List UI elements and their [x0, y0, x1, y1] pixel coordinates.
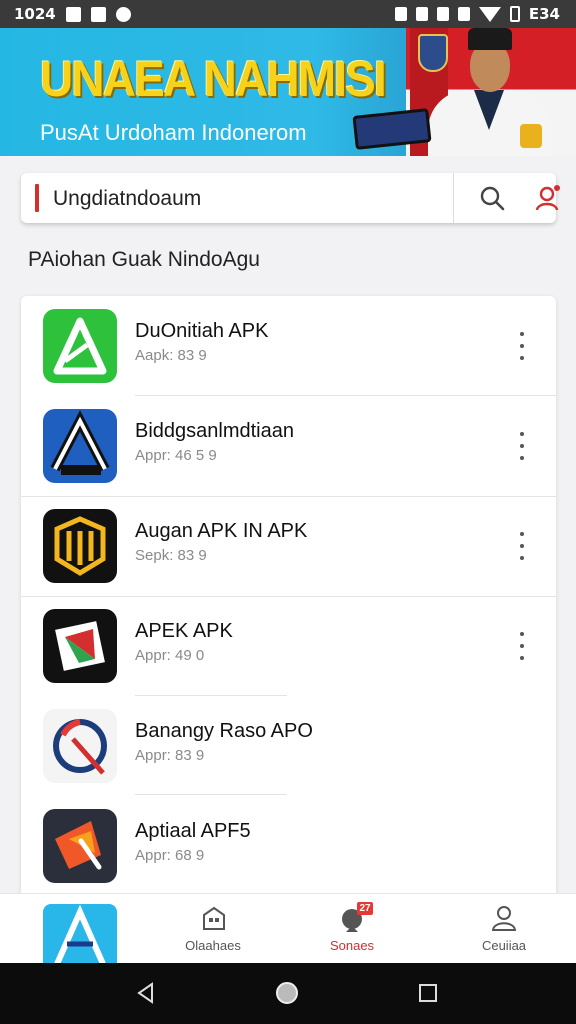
- person-cap: [468, 28, 512, 50]
- app-icon: [43, 709, 117, 783]
- list-item[interactable]: Banangy Raso APO Appr: 83 9: [21, 696, 556, 796]
- mail-icon: [90, 6, 106, 22]
- app-size: Appr: 83 9: [135, 747, 205, 764]
- battery-icon: [509, 6, 520, 22]
- list-item[interactable]: Biddgsanlmdtiaan Appr: 46 5 9: [21, 396, 556, 496]
- app-size: Appr: 68 9: [135, 847, 205, 864]
- mute-icon: [415, 7, 428, 21]
- store-icon: [203, 906, 225, 930]
- app-size: Appr: 46 5 9: [135, 447, 217, 464]
- banner-title: UNAEA NAHMISI: [40, 51, 387, 107]
- divider: [135, 794, 287, 795]
- wifi-icon: [478, 6, 501, 22]
- app-name: APEK APK: [135, 620, 233, 642]
- more-options-icon[interactable]: [509, 532, 535, 560]
- search-input[interactable]: [51, 173, 445, 225]
- list-item[interactable]: Aptiaal APF5 Appr: 68 9: [21, 796, 556, 896]
- search-bar: [21, 173, 560, 225]
- search-divider: [453, 173, 454, 223]
- nav-profile[interactable]: Ceuiiaa: [444, 894, 564, 964]
- app-icon: [43, 309, 117, 383]
- more-options-icon[interactable]: [509, 632, 535, 660]
- bottom-navigation: Olaahaes Sonaes Ceuiiaa: [0, 893, 576, 964]
- nav-label: Olaahaes: [185, 938, 241, 953]
- app-name: Augan APK IN APK: [135, 520, 308, 542]
- app-list: DuOnitiah APK Aapk: 83 9 Biddgsanlmdtiaa…: [21, 296, 556, 906]
- nav-label: Sonaes: [329, 938, 375, 953]
- app-notification-icon: [115, 6, 131, 22]
- system-navigation-bar: [0, 963, 576, 1024]
- banner-subtitle: PusAt Urdoham Indonerom: [40, 120, 307, 145]
- app-icon: [43, 609, 117, 683]
- list-item[interactable]: APEK APK Appr: 49 0: [21, 596, 556, 696]
- notification-icon: [65, 6, 81, 22]
- app-logo-icon: [43, 904, 117, 964]
- nav-home[interactable]: [0, 894, 160, 964]
- emblem-icon: [418, 34, 448, 72]
- app-size: Aapk: 83 9: [135, 347, 207, 364]
- app-name: Banangy Raso APO: [135, 720, 313, 742]
- more-options-icon[interactable]: [509, 332, 535, 360]
- app-name: Biddgsanlmdtiaan: [135, 420, 294, 442]
- app-name: DuOnitiah APK: [135, 320, 269, 342]
- app-size: Appr: 49 0: [135, 647, 205, 664]
- more-options-icon[interactable]: [509, 432, 535, 460]
- user-profile-icon[interactable]: [534, 184, 562, 212]
- app-icon: [43, 509, 117, 583]
- list-item[interactable]: Augan APK IN APK Sepk: 83 9: [21, 496, 556, 596]
- recents-icon[interactable]: [416, 981, 440, 1005]
- notification-badge: 27: [357, 902, 373, 915]
- status-bar: 1024 E34: [0, 0, 576, 28]
- bluetooth-icon: [394, 7, 407, 21]
- app-icon: [43, 809, 117, 883]
- promo-banner[interactable]: UNAEA NAHMISI PusAt Urdoham Indonerom: [0, 28, 576, 156]
- app-size: Sepk: 83 9: [135, 547, 207, 564]
- nfc-icon: [436, 7, 449, 21]
- app-name: Aptiaal APF5: [135, 820, 251, 842]
- search-icon[interactable]: [479, 185, 505, 211]
- nav-store[interactable]: Olaahaes: [153, 894, 273, 964]
- status-time: 1024: [14, 5, 56, 23]
- home-icon[interactable]: [275, 981, 299, 1005]
- status-battery-text: E34: [528, 5, 560, 23]
- app-icon: [43, 409, 117, 483]
- signal-dots-icon: [457, 7, 470, 21]
- search-accent: [35, 184, 39, 212]
- back-icon[interactable]: [134, 981, 158, 1005]
- section-title: PAiohan Guak NindoAgu: [28, 248, 260, 271]
- nav-notifications[interactable]: Sonaes: [292, 894, 412, 964]
- person-icon: [491, 906, 517, 931]
- badge-icon: [520, 124, 542, 148]
- nav-label: Ceuiiaa: [481, 938, 527, 953]
- list-item[interactable]: DuOnitiah APK Aapk: 83 9: [21, 296, 556, 396]
